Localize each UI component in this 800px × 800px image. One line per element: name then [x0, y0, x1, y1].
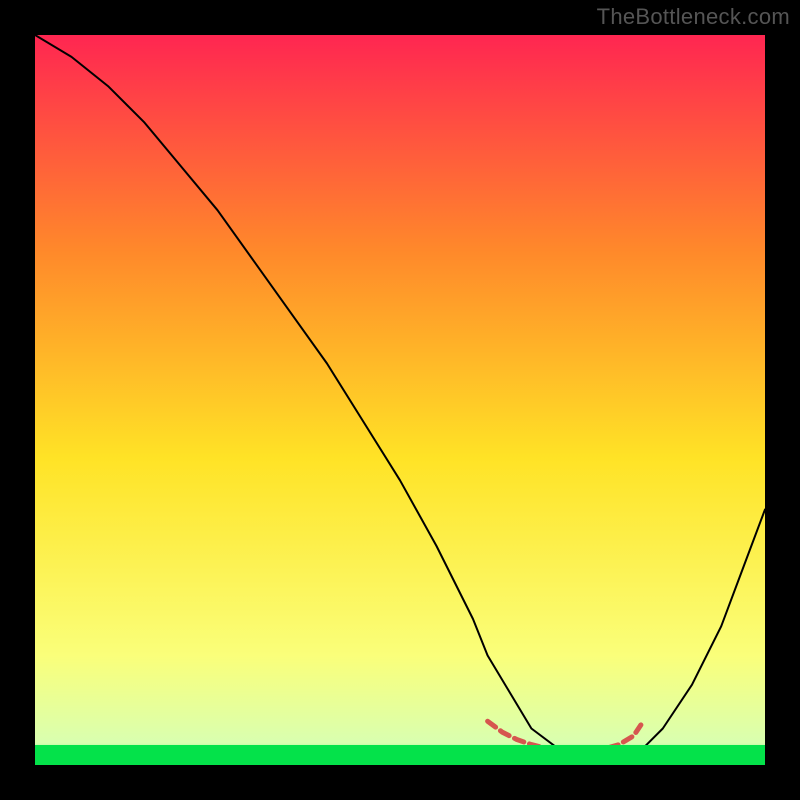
chart-svg [35, 35, 765, 765]
chart-stage: TheBottleneck.com [0, 0, 800, 800]
bottom-green-stripe [35, 745, 765, 765]
watermark-text: TheBottleneck.com [597, 4, 790, 30]
plot-area [35, 35, 765, 765]
gradient-background [35, 35, 765, 765]
